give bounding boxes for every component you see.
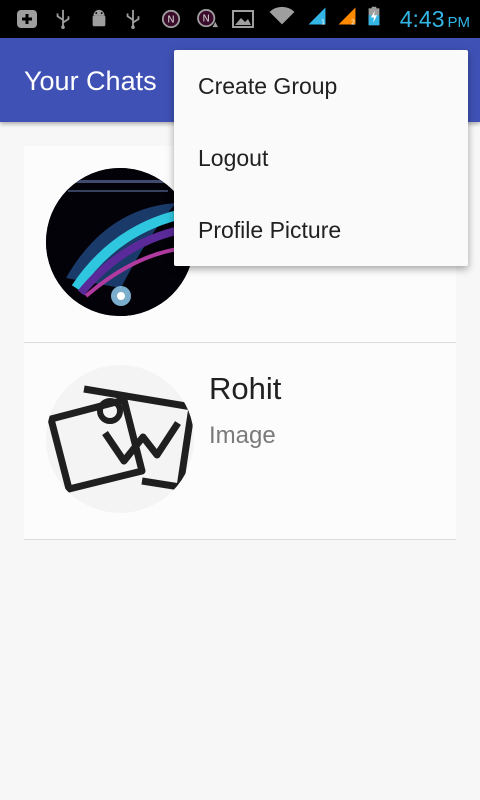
chat-list-item[interactable]: Rohit Image bbox=[24, 343, 456, 540]
menu-item-profile-picture[interactable]: Profile Picture bbox=[174, 194, 468, 266]
menu-item-logout[interactable]: Logout bbox=[174, 122, 468, 194]
overflow-menu: Create Group Logout Profile Picture bbox=[174, 50, 468, 266]
svg-text:2: 2 bbox=[351, 18, 355, 26]
menu-item-create-group[interactable]: Create Group bbox=[174, 50, 468, 122]
signal-icon: 1 bbox=[308, 7, 326, 26]
menu-item-label: Logout bbox=[198, 145, 269, 171]
svg-text:N: N bbox=[202, 14, 209, 25]
photo-avatar-icon bbox=[46, 168, 194, 316]
image-icon bbox=[232, 10, 254, 28]
signal-icon: 2 bbox=[338, 7, 356, 26]
usb-icon bbox=[56, 9, 70, 29]
add-box-icon bbox=[17, 10, 37, 28]
status-bar: N N 1 2 4:43 PM bbox=[0, 0, 480, 38]
status-time-ampm: PM bbox=[447, 14, 471, 31]
menu-item-label: Create Group bbox=[198, 73, 338, 99]
svg-text:1: 1 bbox=[321, 18, 325, 26]
app-title: Your Chats bbox=[24, 66, 157, 96]
usb-icon bbox=[126, 9, 140, 29]
notification-n-icon: N bbox=[161, 9, 181, 29]
chat-avatar bbox=[46, 365, 194, 513]
chat-preview: Image bbox=[209, 422, 276, 449]
chat-name: Rohit bbox=[209, 371, 282, 406]
svg-text:N: N bbox=[167, 15, 174, 26]
menu-item-label: Profile Picture bbox=[198, 217, 342, 243]
status-time: 4:43 PM bbox=[400, 6, 470, 36]
status-time-value: 4:43 bbox=[399, 6, 445, 32]
wifi-icon bbox=[269, 6, 295, 25]
battery-charging-icon bbox=[368, 6, 380, 26]
chat-avatar bbox=[46, 168, 194, 316]
android-debug-icon bbox=[92, 9, 106, 27]
notification-n-icon: N bbox=[197, 9, 218, 28]
image-placeholder-icon bbox=[46, 365, 194, 513]
